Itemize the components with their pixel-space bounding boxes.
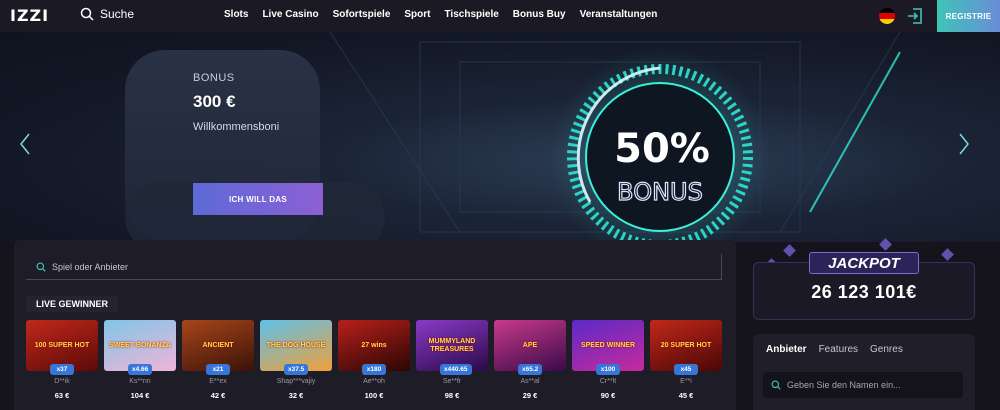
nav-table-games[interactable]: Tischspiele xyxy=(445,9,499,20)
nav-bonus-buy[interactable]: Bonus Buy xyxy=(513,9,566,20)
search-icon xyxy=(771,380,781,390)
game-search-bar xyxy=(26,254,722,280)
jackpot-amount: 26 123 101€ xyxy=(811,282,917,302)
winner-card[interactable]: 27 wins x180 Ae**oh 100 € xyxy=(338,320,410,410)
game-title: 100 SUPER HOT xyxy=(34,341,90,349)
multiplier-badge: x100 xyxy=(596,364,620,375)
game-search-input[interactable] xyxy=(52,261,652,272)
tab-genres[interactable]: Genres xyxy=(870,344,903,355)
hero-percent-text: 50% xyxy=(614,126,710,172)
provider-search-input[interactable] xyxy=(787,380,957,390)
game-title: 20 SUPER HOT xyxy=(660,341,712,349)
multiplier-badge: x65.2 xyxy=(518,364,543,375)
winner-name: E**ex xyxy=(209,378,227,385)
decorative-cube-icon xyxy=(783,244,796,257)
search-icon xyxy=(80,7,94,21)
winner-card[interactable]: 20 SUPER HOT x45 E**i 45 € xyxy=(650,320,722,410)
winner-name: Shap***vajiy xyxy=(276,378,316,385)
winner-name: D**ik xyxy=(54,378,70,385)
winner-card[interactable]: MUMMYLAND TREASURES x440.65 Se**fr 98 € xyxy=(416,320,488,410)
winner-amount: 29 € xyxy=(522,391,538,400)
multiplier-badge: x45 xyxy=(674,364,698,375)
main-nav: Slots Live Casino Sofortspiele Sport Tis… xyxy=(224,9,671,20)
top-navigation-bar: IZZI Suche Slots Live Casino Sofortspiel… xyxy=(0,0,1000,32)
login-icon[interactable] xyxy=(906,7,924,25)
provider-search-bar xyxy=(763,372,963,398)
multiplier-badge: x37 xyxy=(50,364,74,375)
winner-card[interactable]: THE DOG HOUSE x37.5 Shap***vajiy 32 € xyxy=(260,320,332,410)
multiplier-badge: x4.66 xyxy=(128,364,153,375)
winner-card[interactable]: ANCIENT x21 E**ex 42 € xyxy=(182,320,254,410)
live-winners-title: LIVE GEWINNER xyxy=(26,296,119,312)
chevron-left-icon[interactable] xyxy=(18,132,32,156)
casino-page: IZZI Suche Slots Live Casino Sofortspiel… xyxy=(0,0,1000,410)
chevron-right-icon[interactable] xyxy=(957,132,971,156)
winner-name: Ae**oh xyxy=(363,378,385,385)
tab-providers[interactable]: Anbieter xyxy=(766,344,807,355)
game-title: THE DOG HOUSE xyxy=(266,341,326,349)
game-title: SWEET BONANZA xyxy=(109,341,171,349)
search-label: Suche xyxy=(100,7,135,21)
winner-name: Ks**nn xyxy=(129,378,151,385)
winner-name: As**al xyxy=(520,378,540,385)
jackpot-widget[interactable]: JACKPOT 26 123 101€ xyxy=(753,238,975,320)
claim-bonus-button[interactable]: ICH WILL DAS xyxy=(193,183,323,215)
hero-bonus-amount: 300 € xyxy=(193,92,236,111)
hero-banner: 50% BONUS BONUS 300 € Willkommensboni IC… xyxy=(0,32,1000,242)
register-button[interactable]: REGISTRIE xyxy=(937,0,1000,32)
multiplier-badge: x21 xyxy=(206,364,230,375)
winner-amount: 104 € xyxy=(130,391,150,400)
hero-bonus-label: BONUS xyxy=(193,72,235,84)
decorative-cube-icon xyxy=(941,248,954,261)
site-logo[interactable]: IZZI xyxy=(10,6,49,25)
live-winners-list: 100 SUPER HOT x37 D**ik 63 € SWEET BONAN… xyxy=(26,320,726,410)
jackpot-title: JACKPOT xyxy=(809,252,919,274)
winner-amount: 32 € xyxy=(288,391,304,400)
multiplier-badge: x180 xyxy=(362,364,386,375)
hero-bonus-image-text: BONUS xyxy=(617,178,703,206)
winner-amount: 100 € xyxy=(364,391,384,400)
game-title: APE xyxy=(522,341,538,349)
winner-name: E**i xyxy=(680,378,692,385)
nav-slots[interactable]: Slots xyxy=(224,9,248,20)
nav-sport[interactable]: Sport xyxy=(404,9,430,20)
header-search[interactable]: Suche xyxy=(80,7,134,21)
winner-card[interactable]: APE x65.2 As**al 29 € xyxy=(494,320,566,410)
filter-tabs: Anbieter Features Genres xyxy=(766,344,903,355)
search-icon xyxy=(36,262,46,272)
nav-instant-games[interactable]: Sofortspiele xyxy=(333,9,391,20)
winner-amount: 90 € xyxy=(600,391,616,400)
multiplier-badge: x37.5 xyxy=(284,364,309,375)
multiplier-badge: x440.65 xyxy=(440,364,472,375)
decorative-cube-icon xyxy=(879,238,892,251)
winner-name: Cr**lt xyxy=(599,378,617,385)
winner-amount: 98 € xyxy=(444,391,460,400)
winner-card[interactable]: SPEED WINNER x100 Cr**lt 90 € xyxy=(572,320,644,410)
game-title: 27 wins xyxy=(361,341,387,349)
game-title: ANCIENT xyxy=(202,341,234,349)
winner-card[interactable]: SWEET BONANZA x4.66 Ks**nn 104 € xyxy=(104,320,176,410)
germany-flag-icon[interactable] xyxy=(879,8,895,24)
game-title: SPEED WINNER xyxy=(580,341,636,349)
winner-amount: 42 € xyxy=(210,391,226,400)
winner-amount: 45 € xyxy=(678,391,694,400)
winner-card[interactable]: 100 SUPER HOT x37 D**ik 63 € xyxy=(26,320,98,410)
nav-events[interactable]: Veranstaltungen xyxy=(580,9,658,20)
hero-subtitle: Willkommensboni xyxy=(193,121,280,133)
nav-live-casino[interactable]: Live Casino xyxy=(262,9,318,20)
game-title: MUMMYLAND TREASURES xyxy=(428,338,476,353)
winner-name: Se**fr xyxy=(442,378,462,385)
tab-features[interactable]: Features xyxy=(819,344,858,355)
winner-amount: 63 € xyxy=(54,391,70,400)
